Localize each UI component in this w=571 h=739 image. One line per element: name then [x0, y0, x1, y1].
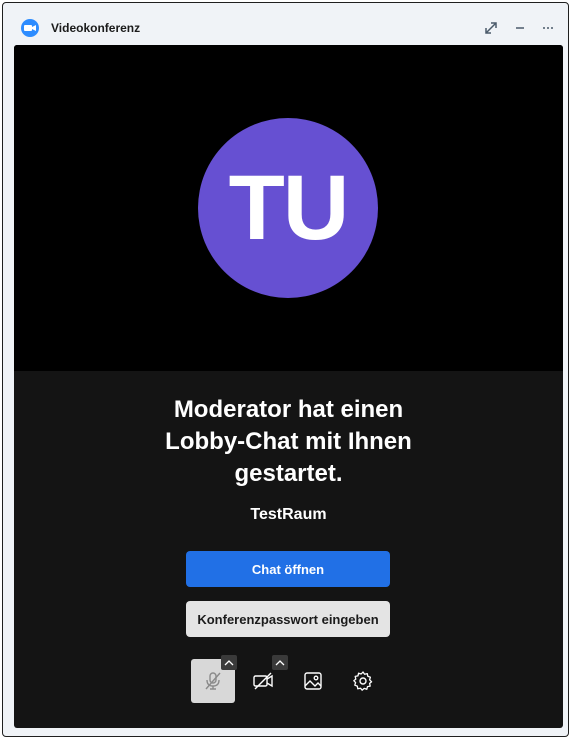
room-name: TestRaum — [250, 506, 327, 523]
title-bar: Videokonferenz — [3, 3, 568, 45]
camera-options-caret[interactable] — [272, 655, 288, 670]
settings-button[interactable] — [341, 659, 385, 703]
avatar-initials: TU — [228, 156, 350, 259]
lobby-message-line: Lobby-Chat mit Ihnen — [165, 428, 412, 455]
avatar: TU — [198, 118, 378, 298]
lobby-message: Moderator hat einen Lobby-Chat mit Ihnen… — [14, 394, 563, 490]
lobby-message-line: gestartet. — [234, 460, 343, 487]
video-conference-window: Videokonferenz TU Moderator hat einen Lo… — [2, 2, 569, 737]
more-icon[interactable] — [539, 19, 557, 37]
camera-off-icon — [253, 672, 273, 690]
background-image-icon — [304, 672, 322, 690]
window-title: Videokonferenz — [51, 21, 141, 35]
conference-stage: TU Moderator hat einen Lobby-Chat mit Ih… — [14, 45, 563, 728]
background-button[interactable] — [291, 659, 335, 703]
video-camera-icon — [21, 19, 39, 37]
gear-icon — [353, 671, 373, 691]
lobby-message-line: Moderator hat einen — [173, 396, 404, 423]
enter-password-button[interactable]: Konferenzpasswort eingeben — [186, 601, 390, 637]
expand-icon[interactable] — [482, 19, 500, 37]
microphone-muted-icon — [205, 672, 221, 690]
microphone-options-caret[interactable] — [221, 655, 237, 670]
open-chat-button[interactable]: Chat öffnen — [186, 551, 390, 587]
video-area: TU — [14, 45, 563, 371]
minimize-icon[interactable] — [511, 19, 529, 37]
